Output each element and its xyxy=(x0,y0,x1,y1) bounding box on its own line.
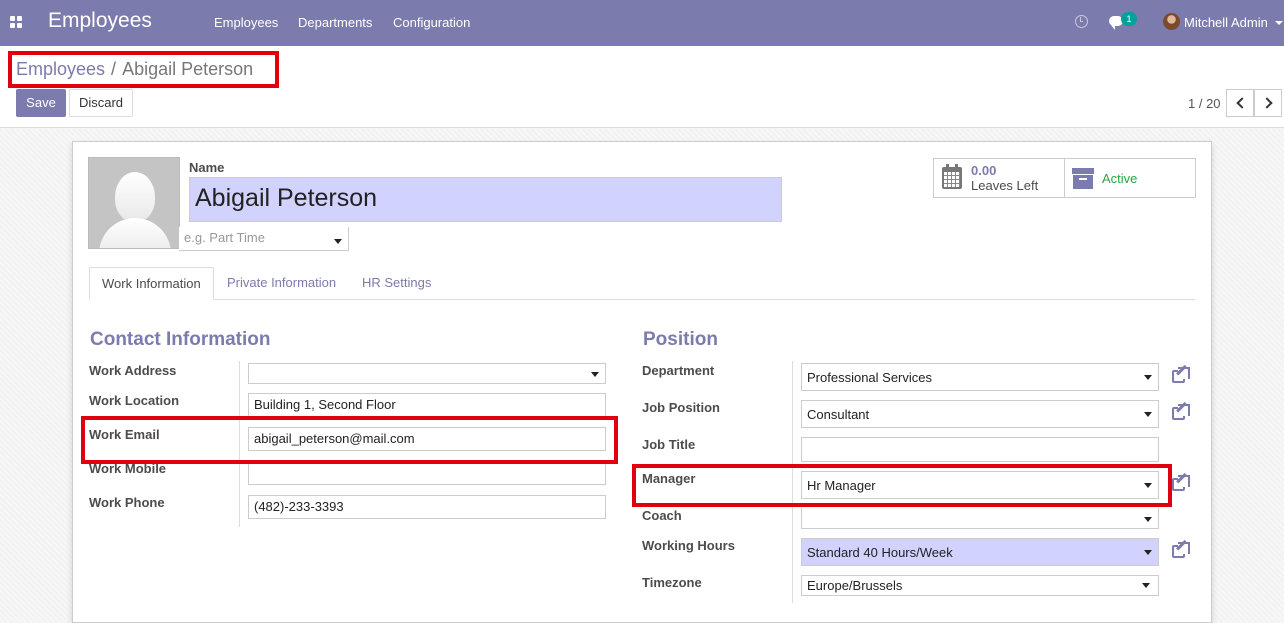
breadcrumb: Employees / Abigail Peterson xyxy=(16,59,253,80)
name-label: Name xyxy=(189,160,225,175)
leaves-left-value: 0.00 xyxy=(971,163,997,178)
chevron-down-icon xyxy=(334,239,342,244)
tab-hr-settings[interactable]: HR Settings xyxy=(350,267,443,300)
chevron-down-icon xyxy=(1144,483,1152,488)
working-hours-select[interactable]: Standard 40 Hours/Week xyxy=(801,538,1159,566)
apps-grid-icon[interactable] xyxy=(10,16,23,29)
discard-button[interactable]: Discard xyxy=(69,89,133,117)
work-email-label: Work Email xyxy=(89,427,160,442)
user-menu[interactable]: Mitchell Admin xyxy=(1184,15,1268,30)
employee-category-select[interactable]: e.g. Part Time xyxy=(179,227,349,251)
notification-badge: 1 xyxy=(1121,12,1137,26)
manager-select[interactable]: Hr Manager xyxy=(801,471,1159,499)
breadcrumb-separator: / xyxy=(111,59,117,79)
avatar[interactable] xyxy=(1163,13,1180,30)
chevron-left-icon xyxy=(1236,97,1248,109)
working-hours-label: Working Hours xyxy=(642,538,735,553)
manager-label: Manager xyxy=(642,471,696,486)
contact-section-title: Contact Information xyxy=(90,329,271,350)
manager-value: Hr Manager xyxy=(807,478,876,493)
clock-icon[interactable] xyxy=(1075,15,1088,28)
contact-divider xyxy=(239,361,240,527)
tab-private-information[interactable]: Private Information xyxy=(215,267,348,300)
department-select[interactable]: Professional Services xyxy=(801,363,1159,391)
work-mobile-input[interactable] xyxy=(248,461,606,485)
pager-value: 1 / 20 xyxy=(1188,96,1221,111)
chevron-down-icon[interactable] xyxy=(1275,21,1283,25)
calendar-icon xyxy=(942,164,962,189)
department-value: Professional Services xyxy=(807,370,932,385)
external-link-icon[interactable] xyxy=(1171,401,1191,421)
active-toggle-button[interactable]: Active xyxy=(1064,158,1196,198)
work-email-input[interactable]: abigail_peterson@mail.com xyxy=(248,427,606,451)
save-button[interactable]: Save xyxy=(16,89,66,117)
menu-configuration[interactable]: Configuration xyxy=(393,15,470,30)
job-title-input[interactable] xyxy=(801,437,1159,462)
job-position-label: Job Position xyxy=(642,400,720,415)
coach-select[interactable] xyxy=(801,508,1159,529)
position-divider xyxy=(792,361,793,603)
tab-work-information[interactable]: Work Information xyxy=(89,267,214,300)
timezone-select[interactable]: Europe/Brussels xyxy=(801,575,1159,596)
active-label: Active xyxy=(1102,171,1138,186)
work-phone-input[interactable]: (482)-233-3393 xyxy=(248,495,606,519)
control-panel: Employees / Abigail Peterson Save Discard … xyxy=(0,46,1284,128)
department-label: Department xyxy=(642,363,715,378)
leaves-left-label: Leaves Left xyxy=(971,178,1039,193)
category-placeholder: e.g. Part Time xyxy=(184,230,265,245)
external-link-icon[interactable] xyxy=(1171,364,1191,384)
coach-label: Coach xyxy=(642,508,682,523)
employee-photo[interactable] xyxy=(88,157,180,249)
chevron-down-icon xyxy=(1144,375,1152,380)
job-position-select[interactable]: Consultant xyxy=(801,400,1159,428)
employee-name-input[interactable]: Abigail Peterson xyxy=(189,177,782,222)
work-phone-label: Work Phone xyxy=(89,495,165,510)
archive-icon xyxy=(1072,168,1094,190)
work-address-select[interactable] xyxy=(248,363,606,384)
work-mobile-label: Work Mobile xyxy=(89,461,167,476)
job-position-value: Consultant xyxy=(807,407,870,422)
external-link-icon[interactable] xyxy=(1171,539,1191,559)
work-location-label: Work Location xyxy=(89,393,180,408)
job-title-label: Job Title xyxy=(642,437,696,452)
working-hours-value: Standard 40 Hours/Week xyxy=(807,545,953,560)
chevron-right-icon xyxy=(1261,97,1273,109)
work-address-label: Work Address xyxy=(89,363,177,378)
breadcrumb-current: Abigail Peterson xyxy=(122,59,254,79)
work-location-input[interactable]: Building 1, Second Floor xyxy=(248,393,606,417)
menu-employees[interactable]: Employees xyxy=(214,15,278,30)
breadcrumb-employees[interactable]: Employees xyxy=(16,59,105,79)
top-navbar: Employees Employees Departments Configur… xyxy=(0,0,1284,46)
timezone-value: Europe/Brussels xyxy=(807,578,903,593)
avatar-shoulders xyxy=(99,218,171,248)
timezone-label: Timezone xyxy=(642,575,702,590)
chevron-down-icon xyxy=(1142,583,1150,588)
pager-next-button[interactable] xyxy=(1254,89,1282,117)
chevron-down-icon xyxy=(1144,517,1152,522)
leaves-left-button[interactable]: 0.00 Leaves Left xyxy=(933,158,1065,198)
external-link-icon[interactable] xyxy=(1171,472,1191,492)
chevron-down-icon xyxy=(1144,550,1152,555)
position-section-title: Position xyxy=(643,329,718,350)
app-title: Employees xyxy=(48,9,152,32)
chevron-down-icon xyxy=(591,372,599,377)
menu-departments[interactable]: Departments xyxy=(298,15,372,30)
avatar-head xyxy=(115,172,155,222)
pager-previous-button[interactable] xyxy=(1226,89,1254,117)
chevron-down-icon xyxy=(1144,412,1152,417)
